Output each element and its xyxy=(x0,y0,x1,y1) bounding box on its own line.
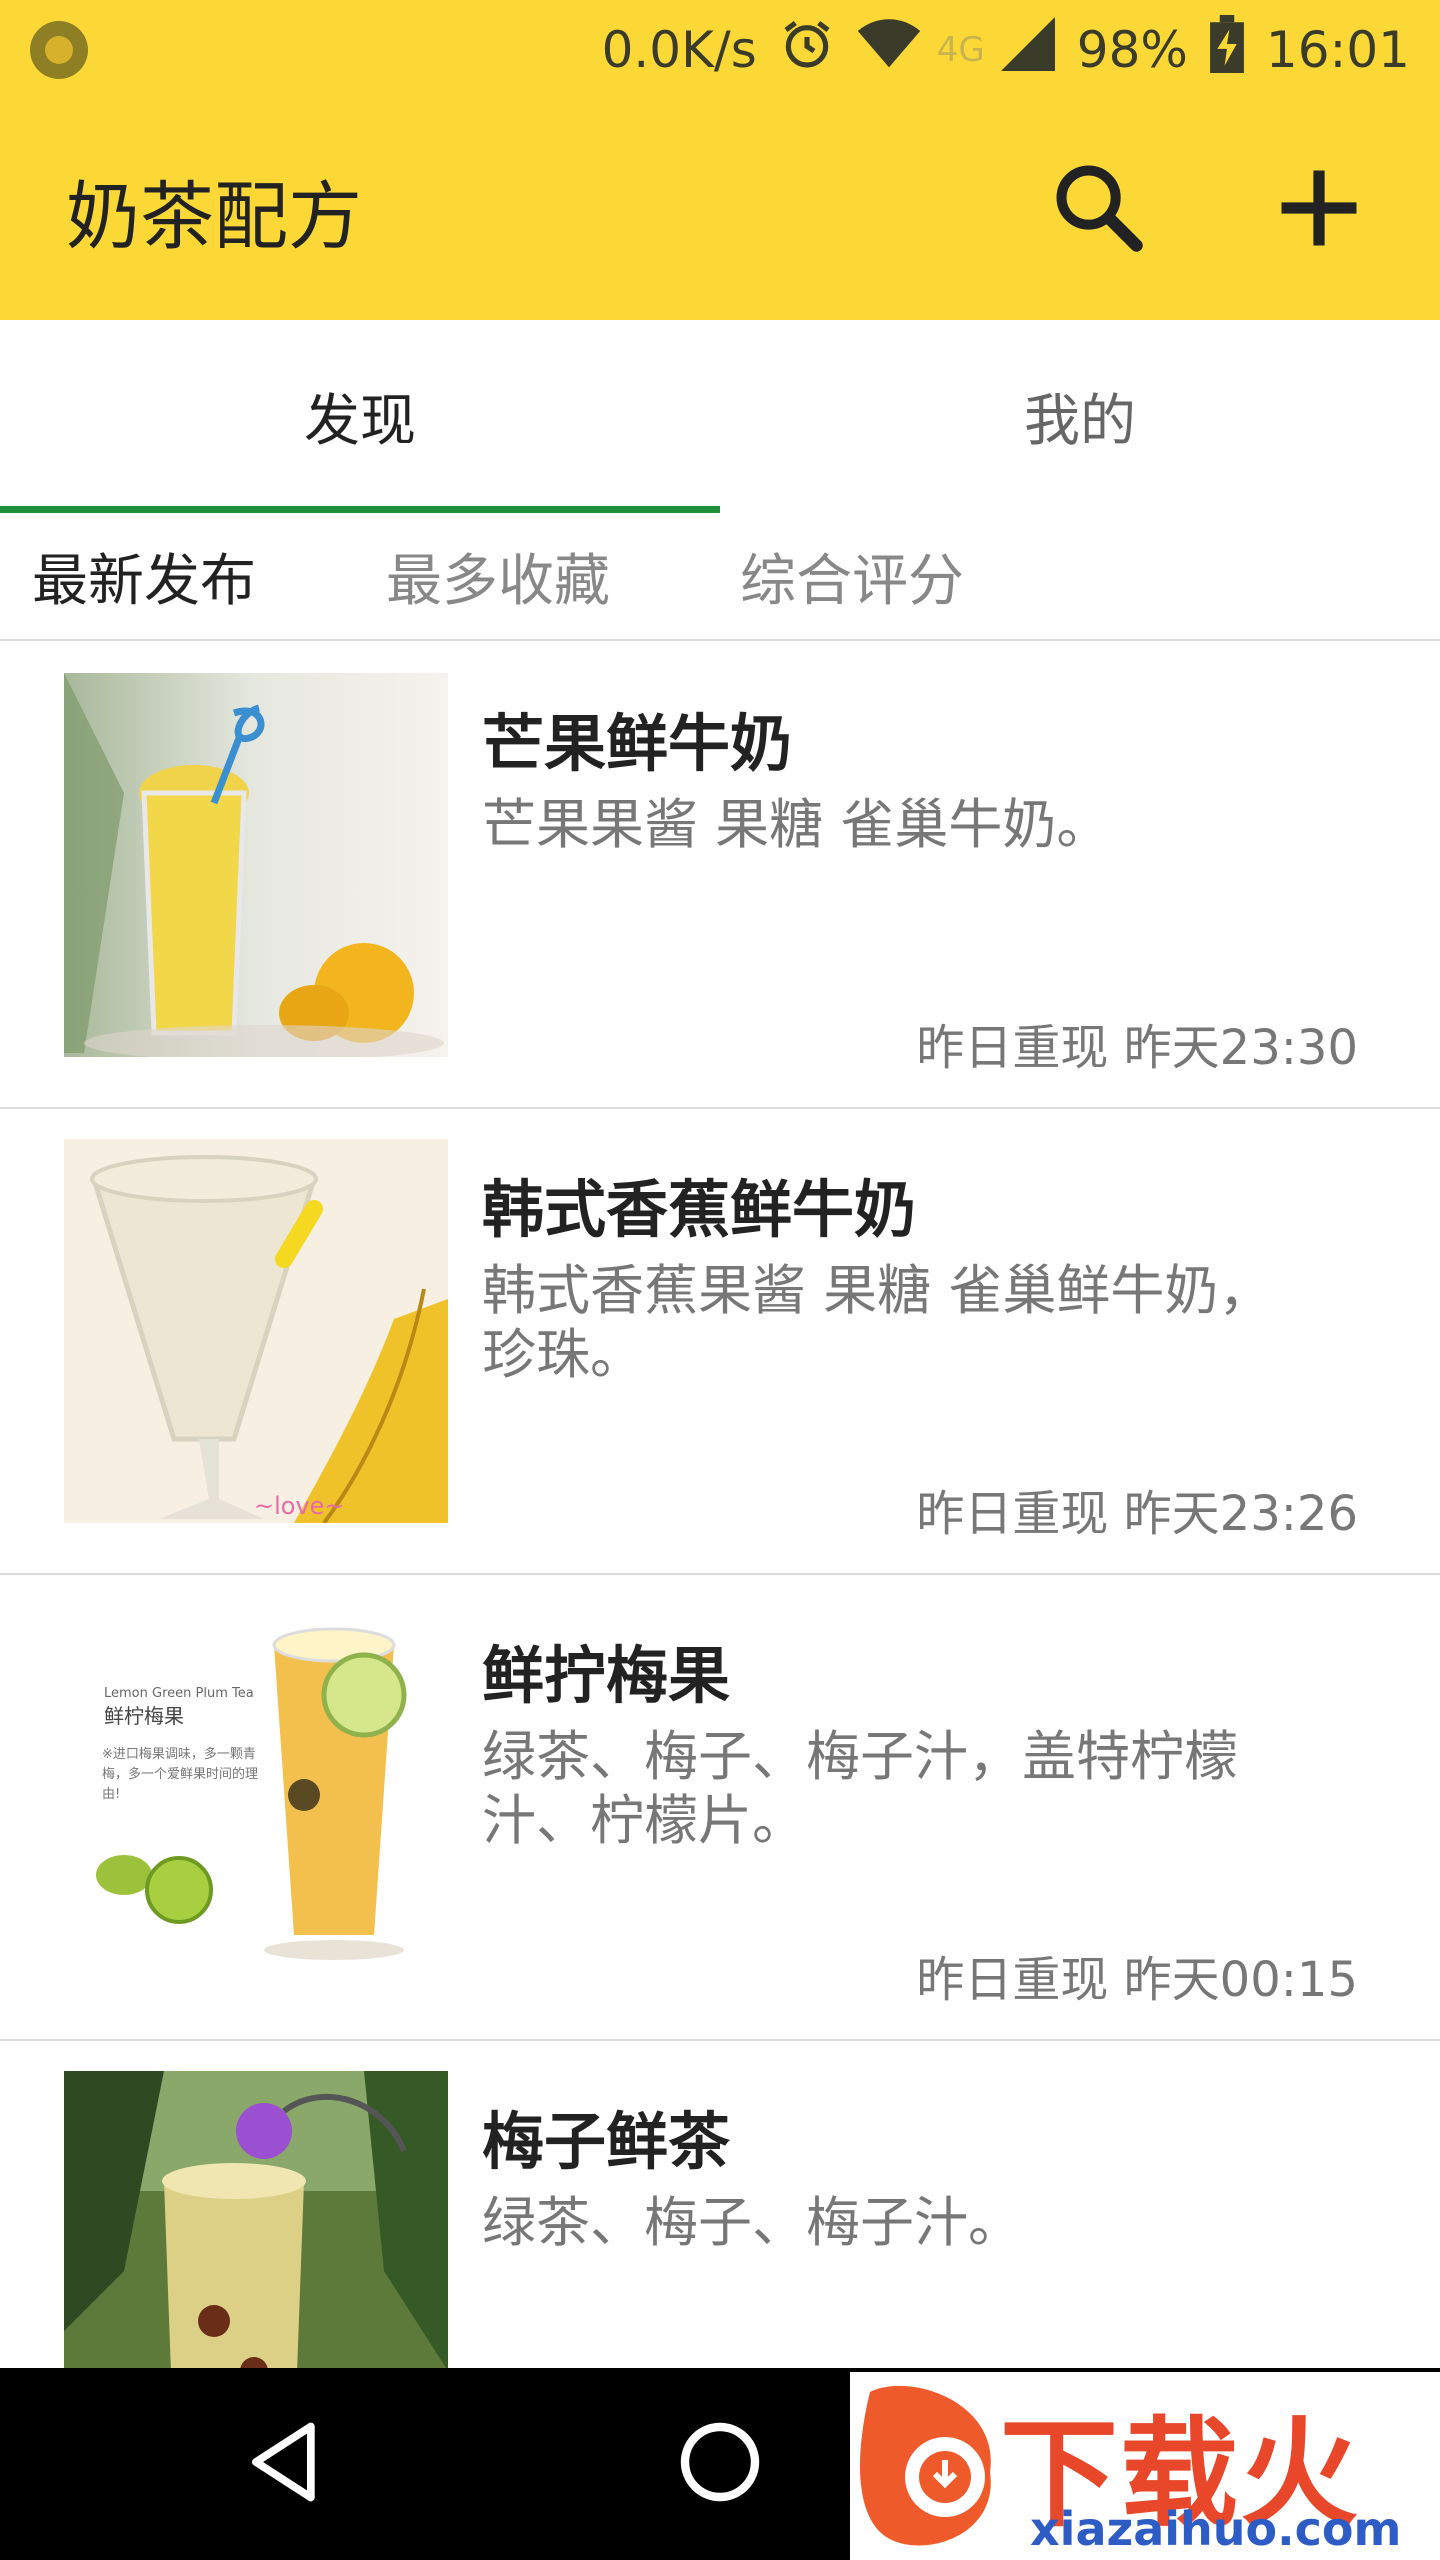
nav-home-button[interactable] xyxy=(660,2404,780,2524)
recipe-list: 芒果鲜牛奶 芒果果酱 果糖 雀巢牛奶。 昨日重现 昨天23:30 ~love~ … xyxy=(0,643,1440,2507)
battery-charging-icon xyxy=(1209,15,1244,85)
sort-tab-overall-rating[interactable]: 综合评分 xyxy=(740,536,964,617)
alarm-icon xyxy=(779,16,835,84)
recipe-meta: 昨日重现 昨天23:26 xyxy=(916,1486,1358,1542)
recipe-thumbnail: ~love~ xyxy=(64,1139,448,1523)
recipe-title: 梅子鲜茶 xyxy=(482,2105,731,2178)
battery-percent: 98% xyxy=(1076,21,1188,79)
nav-back-button[interactable] xyxy=(230,2404,340,2524)
signal-icon xyxy=(1000,17,1055,83)
main-tabs: 发现 我的 xyxy=(0,320,1440,513)
recipe-title: 韩式香蕉鲜牛奶 xyxy=(482,1173,917,1246)
sort-tab-latest[interactable]: 最新发布 xyxy=(32,536,256,617)
wifi-icon xyxy=(857,18,921,82)
add-recipe-button[interactable] xyxy=(1264,155,1374,265)
recipe-title: 芒果鲜牛奶 xyxy=(482,707,793,780)
thumb-caption-cn: 鲜柠梅果 xyxy=(104,1704,184,1728)
watermark-flame-icon xyxy=(860,2385,991,2546)
watermark-logo: 下载火 xiazaihuo.com xyxy=(850,2372,1440,2560)
app-bar: 奶茶配方 xyxy=(0,100,1440,320)
thumb-caption-en: Lemon Green Plum Tea xyxy=(104,1686,254,1701)
recipe-description: 韩式香蕉果酱 果糖 雀巢鲜牛奶，珍珠。 xyxy=(482,1259,1273,1386)
recipe-meta: 昨日重现 昨天00:15 xyxy=(916,1952,1358,2008)
clock: 16:01 xyxy=(1265,21,1410,79)
recipe-meta: 昨日重现 昨天23:30 xyxy=(916,1020,1358,1076)
back-triangle-icon xyxy=(245,2420,325,2508)
tab-mine[interactable]: 我的 xyxy=(720,320,1440,513)
thumb-note: ※进口梅果调味，多一颗青梅，多一个爱鲜果时间的理由! xyxy=(102,1747,259,1802)
status-indicators: 0.0K/s 4G 98% 16:01 xyxy=(602,15,1410,85)
recipe-description: 芒果果酱 果糖 雀巢牛奶。 xyxy=(482,793,1111,856)
watermark-subtext: xiazaihuo.com xyxy=(1030,2502,1402,2556)
plus-icon xyxy=(1274,163,1364,257)
recipe-description: 绿茶、梅子、梅子汁。 xyxy=(482,2191,1022,2254)
tab-discover[interactable]: 发现 xyxy=(0,320,720,513)
notification-dot-icon xyxy=(30,21,88,79)
net-speed: 0.0K/s xyxy=(601,21,757,79)
svg-text:~love~: ~love~ xyxy=(254,1492,345,1520)
app-screen: 0.0K/s 4G 98% 16:01 奶茶配方 发现 我的 最新发布 最多收藏… xyxy=(0,0,1440,2560)
sort-tabs: 最新发布 最多收藏 综合评分 xyxy=(0,513,1440,641)
list-item[interactable]: 芒果鲜牛奶 芒果果酱 果糖 雀巢牛奶。 昨日重现 昨天23:30 xyxy=(0,643,1440,1109)
list-item[interactable]: Lemon Green Plum Tea 鲜柠梅果 ※进口梅果调味，多一颗青梅，… xyxy=(0,1575,1440,2041)
recipe-thumbnail xyxy=(64,673,448,1057)
recipe-title: 鲜拧梅果 xyxy=(482,1639,731,1712)
app-title: 奶茶配方 xyxy=(66,173,362,260)
recipe-description: 绿茶、梅子、梅子汁，盖特柠檬汁、柠檬片。 xyxy=(482,1725,1238,1852)
home-circle-icon xyxy=(678,2420,762,2508)
search-icon xyxy=(1049,158,1149,262)
list-item[interactable]: ~love~ 韩式香蕉鲜牛奶 韩式香蕉果酱 果糖 雀巢鲜牛奶，珍珠。 昨日重现 … xyxy=(0,1109,1440,1575)
sort-tab-most-favorited[interactable]: 最多收藏 xyxy=(386,536,610,617)
app-bar-actions xyxy=(1044,155,1374,265)
status-bar: 0.0K/s 4G 98% 16:01 xyxy=(0,0,1440,100)
network-type: 4G xyxy=(936,30,985,70)
search-button[interactable] xyxy=(1044,155,1154,265)
recipe-thumbnail: Lemon Green Plum Tea 鲜柠梅果 ※进口梅果调味，多一颗青梅，… xyxy=(64,1605,448,1989)
